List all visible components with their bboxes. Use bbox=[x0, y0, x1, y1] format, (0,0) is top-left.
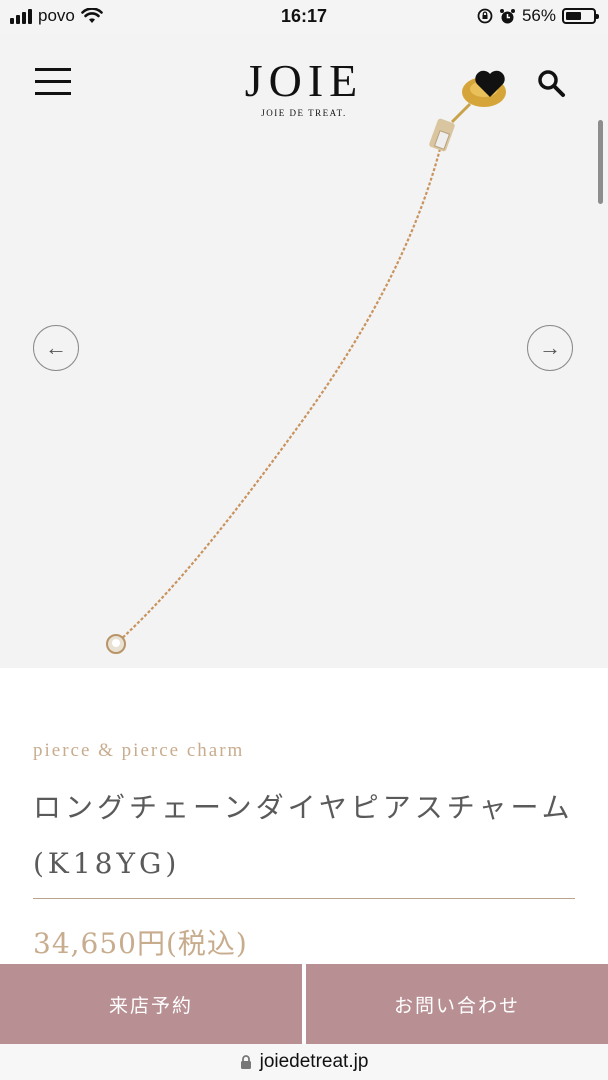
status-bar: povo 16:17 56% bbox=[0, 0, 608, 34]
product-image bbox=[106, 77, 506, 654]
alarm-icon bbox=[499, 8, 515, 23]
store-reservation-button[interactable]: 来店予約 bbox=[0, 964, 302, 1044]
divider bbox=[33, 898, 575, 899]
logo-text: JOIE bbox=[244, 55, 364, 106]
heart-icon[interactable] bbox=[474, 70, 506, 98]
product-price: 34,650円(税込) bbox=[33, 927, 248, 960]
arrow-right-icon: → bbox=[539, 335, 561, 360]
page-scrollbar[interactable] bbox=[598, 120, 603, 204]
contact-button[interactable]: お問い合わせ bbox=[306, 964, 608, 1044]
lock-icon bbox=[240, 1055, 251, 1069]
arrow-left-icon: ← bbox=[45, 335, 67, 360]
status-right: 56% bbox=[477, 6, 599, 26]
contact-label: お問い合わせ bbox=[393, 994, 520, 1017]
battery-percent: 56% bbox=[521, 6, 556, 25]
prev-image-button[interactable]: ← bbox=[33, 325, 79, 371]
battery-icon bbox=[562, 8, 599, 24]
search-icon[interactable] bbox=[536, 68, 566, 98]
next-image-button[interactable]: → bbox=[527, 325, 573, 371]
url-text: joiedetreat.jp bbox=[259, 1051, 369, 1072]
brand-logo[interactable]: JOIE JOIE DE TREAT. bbox=[0, 55, 608, 119]
browser-url-bar[interactable]: joiedetreat.jp bbox=[0, 1044, 608, 1080]
store-reservation-label: 来店予約 bbox=[108, 994, 193, 1017]
product-gallery[interactable]: JOIE JOIE DE TREAT. ← → bbox=[0, 34, 608, 668]
product-category[interactable]: pierce & pierce charm bbox=[33, 740, 244, 762]
product-title: ロングチェーンダイヤピアスチャーム(K18YG) bbox=[33, 791, 574, 880]
logo-subtext: JOIE DE TREAT. bbox=[261, 108, 347, 118]
rotation-lock-icon bbox=[477, 8, 493, 24]
